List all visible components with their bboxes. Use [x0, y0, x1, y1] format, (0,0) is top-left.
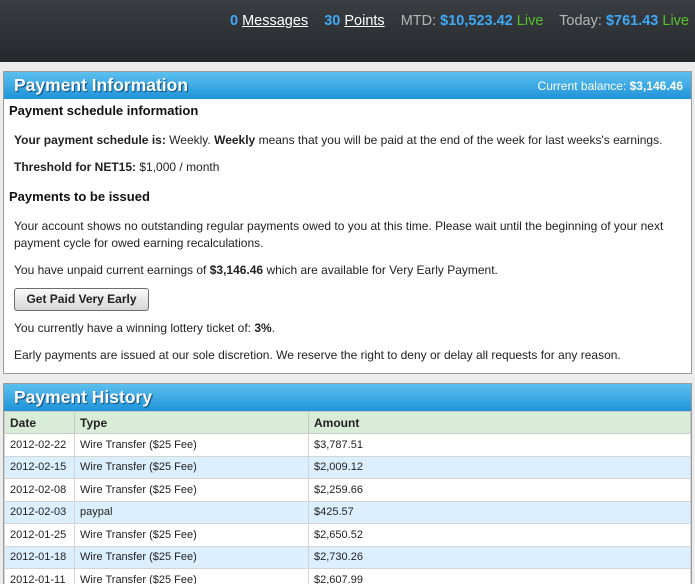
row-type: Wire Transfer ($25 Fee) — [74, 433, 309, 457]
row-amount: $3,787.51 — [308, 433, 691, 457]
points-count[interactable]: 30 — [324, 13, 340, 29]
schedule-heading: Payment schedule information — [9, 103, 199, 118]
table-row: 2012-01-25 Wire Transfer ($25 Fee) $2,65… — [4, 523, 691, 547]
row-type: Wire Transfer ($25 Fee) — [74, 455, 309, 479]
row-date: 2012-01-11 — [4, 568, 75, 584]
payment-information-panel: Payment Information Current balance: $3,… — [3, 71, 692, 374]
mtd-live-status: Live — [516, 13, 544, 29]
payment-history-panel: Payment History Date Type Amount 2012-02… — [3, 383, 692, 584]
table-row: 2012-02-03 paypal $425.57 — [4, 500, 691, 524]
schedule-desc: means that you will be paid at the end o… — [258, 133, 663, 147]
threshold-line: Threshold for NET15: $1,000 / month — [14, 159, 674, 176]
top-bar: 0 Messages 30 Points MTD: $10,523.42 Liv… — [0, 0, 695, 62]
issued-heading: Payments to be issued — [9, 189, 150, 204]
schedule-bold: Weekly — [214, 133, 256, 147]
row-type: Wire Transfer ($25 Fee) — [74, 523, 309, 547]
row-date: 2012-01-18 — [4, 545, 75, 569]
mtd-label: MTD: — [400, 13, 437, 29]
column-header-amount: Amount — [308, 411, 691, 434]
messages-count[interactable]: 0 — [230, 13, 238, 29]
row-date: 2012-02-15 — [4, 455, 75, 479]
payment-history-header: Payment History — [4, 384, 691, 411]
lottery-line: You currently have a winning lottery tic… — [14, 320, 674, 337]
schedule-label: Your payment schedule is: — [14, 133, 166, 147]
column-header-type: Type — [74, 411, 309, 434]
get-paid-very-early-button[interactable]: Get Paid Very Early — [14, 288, 149, 311]
table-row: 2012-01-11 Wire Transfer ($25 Fee) $2,60… — [4, 568, 691, 584]
row-amount: $2,607.99 — [308, 568, 691, 584]
unpaid-amount: $3,146.46 — [209, 263, 264, 277]
mtd-value: $10,523.42 — [440, 13, 513, 29]
column-header-date: Date — [4, 411, 75, 434]
row-type: paypal — [74, 500, 309, 524]
lottery-prefix: You currently have a winning lottery tic… — [14, 321, 252, 335]
lottery-suffix: . — [271, 321, 276, 335]
row-type: Wire Transfer ($25 Fee) — [74, 545, 309, 569]
current-balance-value: $3,146.46 — [629, 79, 683, 93]
payment-information-header: Payment Information Current balance: $3,… — [4, 72, 691, 99]
lottery-value: 3% — [254, 321, 272, 335]
row-type: Wire Transfer ($25 Fee) — [74, 568, 309, 584]
payment-information-title: Payment Information — [14, 75, 189, 95]
schedule-value: Weekly. — [169, 133, 211, 147]
row-amount: $425.57 — [308, 500, 691, 524]
unpaid-prefix: You have unpaid current earnings of — [14, 263, 207, 277]
row-amount: $2,009.12 — [308, 455, 691, 479]
discretion-text: Early payments are issued at our sole di… — [14, 348, 621, 362]
table-row: 2012-01-18 Wire Transfer ($25 Fee) $2,73… — [4, 545, 691, 569]
current-balance: Current balance: $3,146.46 — [538, 79, 683, 93]
payment-history-title: Payment History — [14, 387, 153, 407]
threshold-label: Threshold for NET15: — [14, 160, 137, 174]
schedule-line: Your payment schedule is: Weekly. Weekly… — [14, 132, 674, 149]
row-amount: $2,259.66 — [308, 478, 691, 502]
unpaid-line: You have unpaid current earnings of $3,1… — [14, 262, 674, 279]
threshold-value: $1,000 / month — [139, 160, 220, 174]
row-amount: $2,730.26 — [308, 545, 691, 569]
points-link[interactable]: Points — [344, 13, 384, 29]
row-amount: $2,650.52 — [308, 523, 691, 547]
table-header-row: Date Type Amount — [4, 411, 691, 434]
row-date: 2012-01-25 — [4, 523, 75, 547]
current-balance-label: Current balance: — [537, 79, 627, 93]
table-row: 2012-02-22 Wire Transfer ($25 Fee) $3,78… — [4, 433, 691, 457]
today-value: $761.43 — [605, 13, 659, 29]
today-live-status: Live — [662, 13, 689, 29]
messages-link[interactable]: Messages — [242, 13, 308, 29]
table-row: 2012-02-15 Wire Transfer ($25 Fee) $2,00… — [4, 455, 691, 479]
table-row: 2012-02-08 Wire Transfer ($25 Fee) $2,25… — [4, 478, 691, 502]
row-date: 2012-02-22 — [4, 433, 75, 457]
outstanding-text: Your account shows no outstanding regula… — [14, 219, 664, 250]
payment-history-table: Date Type Amount 2012-02-22 Wire Transfe… — [4, 411, 691, 584]
account-stats: 0 Messages 30 Points MTD: $10,523.42 Liv… — [230, 13, 689, 29]
row-date: 2012-02-03 — [4, 500, 75, 524]
today-label: Today: — [559, 13, 602, 29]
unpaid-suffix: which are available for Very Early Payme… — [266, 263, 498, 277]
row-date: 2012-02-08 — [4, 478, 75, 502]
row-type: Wire Transfer ($25 Fee) — [74, 478, 309, 502]
